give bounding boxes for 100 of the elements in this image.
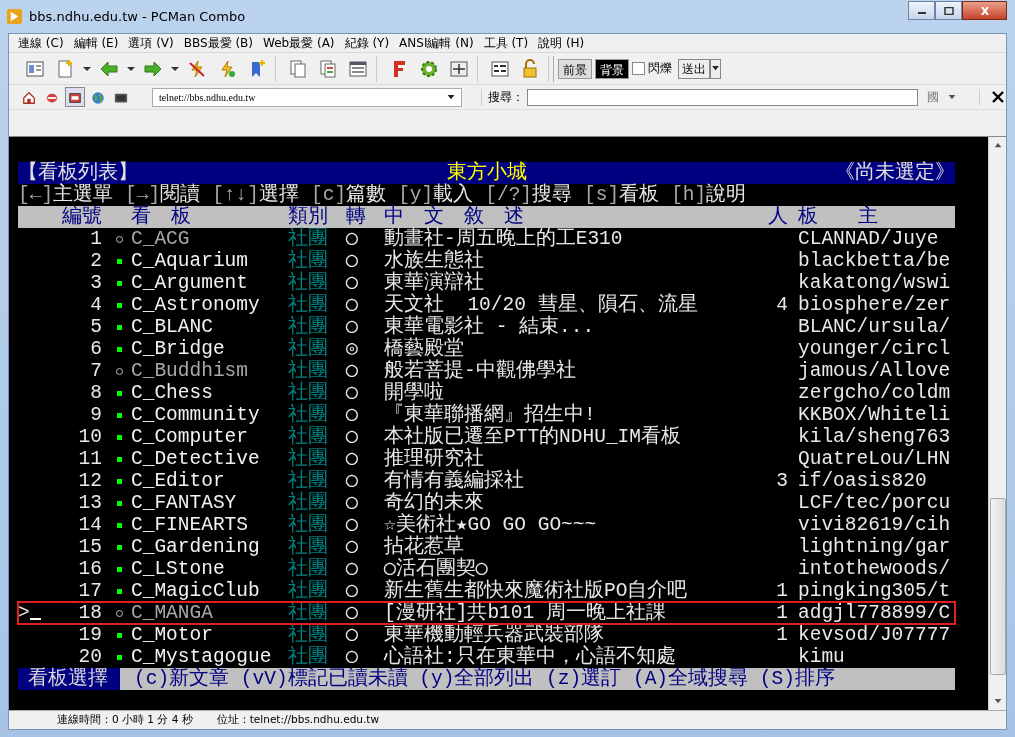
board-number: 2 xyxy=(89,250,103,272)
board-name: C_Aquarium xyxy=(131,250,250,272)
board-row[interactable]: 14 C_FINEARTS 社團 ◯ ☆美術社★GO GO GO~~~ vivi82619/cih xyxy=(18,514,955,536)
people-count: 1 xyxy=(776,602,788,624)
transfer-mark: ◯ xyxy=(346,272,359,294)
minimize-button[interactable] xyxy=(908,1,935,20)
board-moderators: if/oasis820 xyxy=(798,470,928,492)
caret-icon[interactable] xyxy=(948,94,956,100)
transfer-mark: ◯ xyxy=(346,580,359,602)
board-row[interactable]: 12 C_Editor 社團 ◯ 有情有義編採社 3 if/oasis820 xyxy=(18,470,955,492)
menu-item[interactable]: BBS最愛 (B) xyxy=(178,34,258,52)
search-label: 搜尋： xyxy=(481,88,525,106)
board-row[interactable]: 15 C_Gardening 社團 ◯ 拈花惹草 lightning/gar xyxy=(18,536,955,558)
menu-item[interactable]: 紀錄 (Y) xyxy=(339,34,395,52)
board-name: C_Editor xyxy=(131,470,226,492)
column-header: 中 文 敘 述 xyxy=(384,206,524,228)
background-button[interactable]: 背景 xyxy=(595,58,629,79)
board-moderators: kila/sheng763 xyxy=(798,426,952,448)
board-description: 『東華聯播網』招生中! xyxy=(384,404,597,426)
board-moderators: BLANC/ursula/ xyxy=(798,316,952,338)
board-description: 推理研究社 xyxy=(384,448,485,470)
address-combo[interactable]: telnet://bbs.ndhu.edu.tw xyxy=(152,87,463,107)
menu-item[interactable]: ANSI編輯 (N) xyxy=(394,34,479,52)
language-dropdown[interactable]: 國 xyxy=(921,88,946,106)
menu-item[interactable]: 連線 (C) xyxy=(13,34,69,52)
board-name: C_Mystagogue xyxy=(131,646,273,668)
board-description: 心語社:只在東華中，心語不知處 xyxy=(384,646,677,668)
board-category: 社團 xyxy=(288,470,329,492)
board-row[interactable]: 3 C_Argument 社團 ◯ 東華演辯社 kakatong/wswi xyxy=(18,272,955,294)
board-category: 社團 xyxy=(288,382,329,404)
menu-item[interactable]: 選項 (V) xyxy=(123,34,179,52)
board-row[interactable]: 17 C_MagicClub 社團 ◯ 新生舊生都快來魔術社版PO自介吧 1 pingking305/t xyxy=(18,580,955,602)
board-description: 有情有義編採社 xyxy=(384,470,525,492)
board-row[interactable]: 1 C_ACG 社團 ◯ 動畫社-周五晚上的工E310 CLANNAD/Juye xyxy=(18,228,955,250)
close-icon[interactable] xyxy=(979,89,1006,105)
caret-icon[interactable] xyxy=(447,94,456,100)
board-row[interactable]: 16 C_LStone 社團 ◯ ◯活石團契◯ intothewoods/ xyxy=(18,558,955,580)
board-number: 6 xyxy=(89,338,103,360)
send-button[interactable]: 送出 xyxy=(678,58,710,79)
scroll-thumb[interactable] xyxy=(990,498,1006,675)
footer-hints: (c)新文章 (vV)標記已讀未讀 (y)全部列出 (z)選訂 (A)全域搜尋 (S)排序 xyxy=(134,668,835,690)
caret-icon[interactable] xyxy=(127,66,135,71)
foreground-button[interactable]: 前景 xyxy=(558,58,592,79)
send-dropdown-button[interactable] xyxy=(710,58,721,79)
board-number: 17 xyxy=(77,580,103,602)
board-name: C_LStone xyxy=(131,558,226,580)
board-row[interactable]: 4 C_Astronomy 社團 ◯ 天文社 10/20 彗星、隕石、流星 4 biosphere/zer xyxy=(18,294,955,316)
blink-checkbox[interactable] xyxy=(632,62,645,75)
menu-item[interactable]: 說明 (H) xyxy=(533,34,590,52)
caret-icon[interactable] xyxy=(83,66,91,71)
close-button[interactable] xyxy=(962,1,1007,20)
board-row[interactable]: 7 C_Buddhism 社團 ◯ 般若菩提-中觀佛學社 jamous/Allove xyxy=(18,360,955,382)
board-row[interactable]: 5 C_BLANC 社團 ◯ 東華電影社 - 結束... BLANC/ursula/ xyxy=(18,316,955,338)
connection-icon[interactable] xyxy=(65,87,85,107)
board-row[interactable]: 20 C_Mystagogue 社團 ◯ 心語社:只在東華中，心語不知處 kimu xyxy=(18,646,955,668)
board-category: 社團 xyxy=(288,294,329,316)
menu-item[interactable]: Web最愛 (A) xyxy=(258,34,340,52)
board-moderators: LCF/tec/porcu xyxy=(798,492,952,514)
board-number: 14 xyxy=(77,514,103,536)
board-moderators: KKBOX/Whiteli xyxy=(798,404,952,426)
menu-item[interactable]: 工具 (T) xyxy=(478,34,534,52)
search-field[interactable] xyxy=(527,88,919,106)
close-icon xyxy=(979,6,990,15)
board-description: 橋藝殿堂 xyxy=(384,338,465,360)
board-category: 社團 xyxy=(288,580,329,602)
transfer-mark: ◯ xyxy=(346,250,359,272)
site-name: 東方小城 xyxy=(446,162,527,184)
board-name: C_MagicClub xyxy=(131,580,261,602)
help-label: 說明 xyxy=(706,184,747,206)
board-row[interactable]: 8 C_Chess 社團 ◯ 開學啦 zergcho/coldm xyxy=(18,382,955,404)
board-number: 18 xyxy=(77,602,103,624)
scroll-up-icon[interactable] xyxy=(993,143,1002,148)
menu-item[interactable]: 編輯 (E) xyxy=(68,34,124,52)
transfer-mark: ◯ xyxy=(346,360,359,382)
board-moderators: biosphere/zer xyxy=(798,294,952,316)
maximize-button[interactable] xyxy=(935,1,962,20)
column-header: 編號 xyxy=(61,206,103,228)
board-moderators: vivi82619/cih xyxy=(798,514,952,536)
scrollbar[interactable] xyxy=(988,137,1006,710)
board-name: C_Bridge xyxy=(131,338,226,360)
board-moderators: kakatong/wswi xyxy=(798,272,952,294)
board-moderators: CLANNAD/Juye xyxy=(798,228,940,250)
board-category: 社團 xyxy=(288,646,329,668)
transfer-mark: ◯ xyxy=(346,492,359,514)
board-row[interactable]: 11 C_Detective 社團 ◯ 推理研究社 QuatreLou/LHN xyxy=(18,448,955,470)
caret-icon[interactable] xyxy=(171,66,179,71)
board-row[interactable]: 2 C_Aquarium 社團 ◯ 水族生態社 blackbetta/be xyxy=(18,250,955,272)
scroll-down-icon[interactable] xyxy=(993,699,1002,704)
help-key: [←] xyxy=(18,184,54,206)
board-category: 社團 xyxy=(288,448,329,470)
people-count: 4 xyxy=(776,294,788,316)
board-row[interactable]: 10 C_Computer 社團 ◯ 本社版已遷至PTT的NDHU_IM看板 kila/sheng763 xyxy=(18,426,955,448)
maximize-icon xyxy=(943,6,954,15)
screen-title: 【看板列表】 xyxy=(18,162,138,184)
board-row[interactable]: 6 C_Bridge 社團 ◎ 橋藝殿堂 younger/circl xyxy=(18,338,955,360)
board-name: C_MANGA xyxy=(131,602,214,624)
board-row[interactable]: 9 C_Community 社團 ◯ 『東華聯播網』招生中! KKBOX/Whiteli xyxy=(18,404,955,426)
board-row[interactable]: 13 C_FANTASY 社團 ◯ 奇幻的未來 LCF/tec/porcu xyxy=(18,492,955,514)
transfer-mark: ◯ xyxy=(346,470,359,492)
board-description: 奇幻的未來 xyxy=(384,492,485,514)
